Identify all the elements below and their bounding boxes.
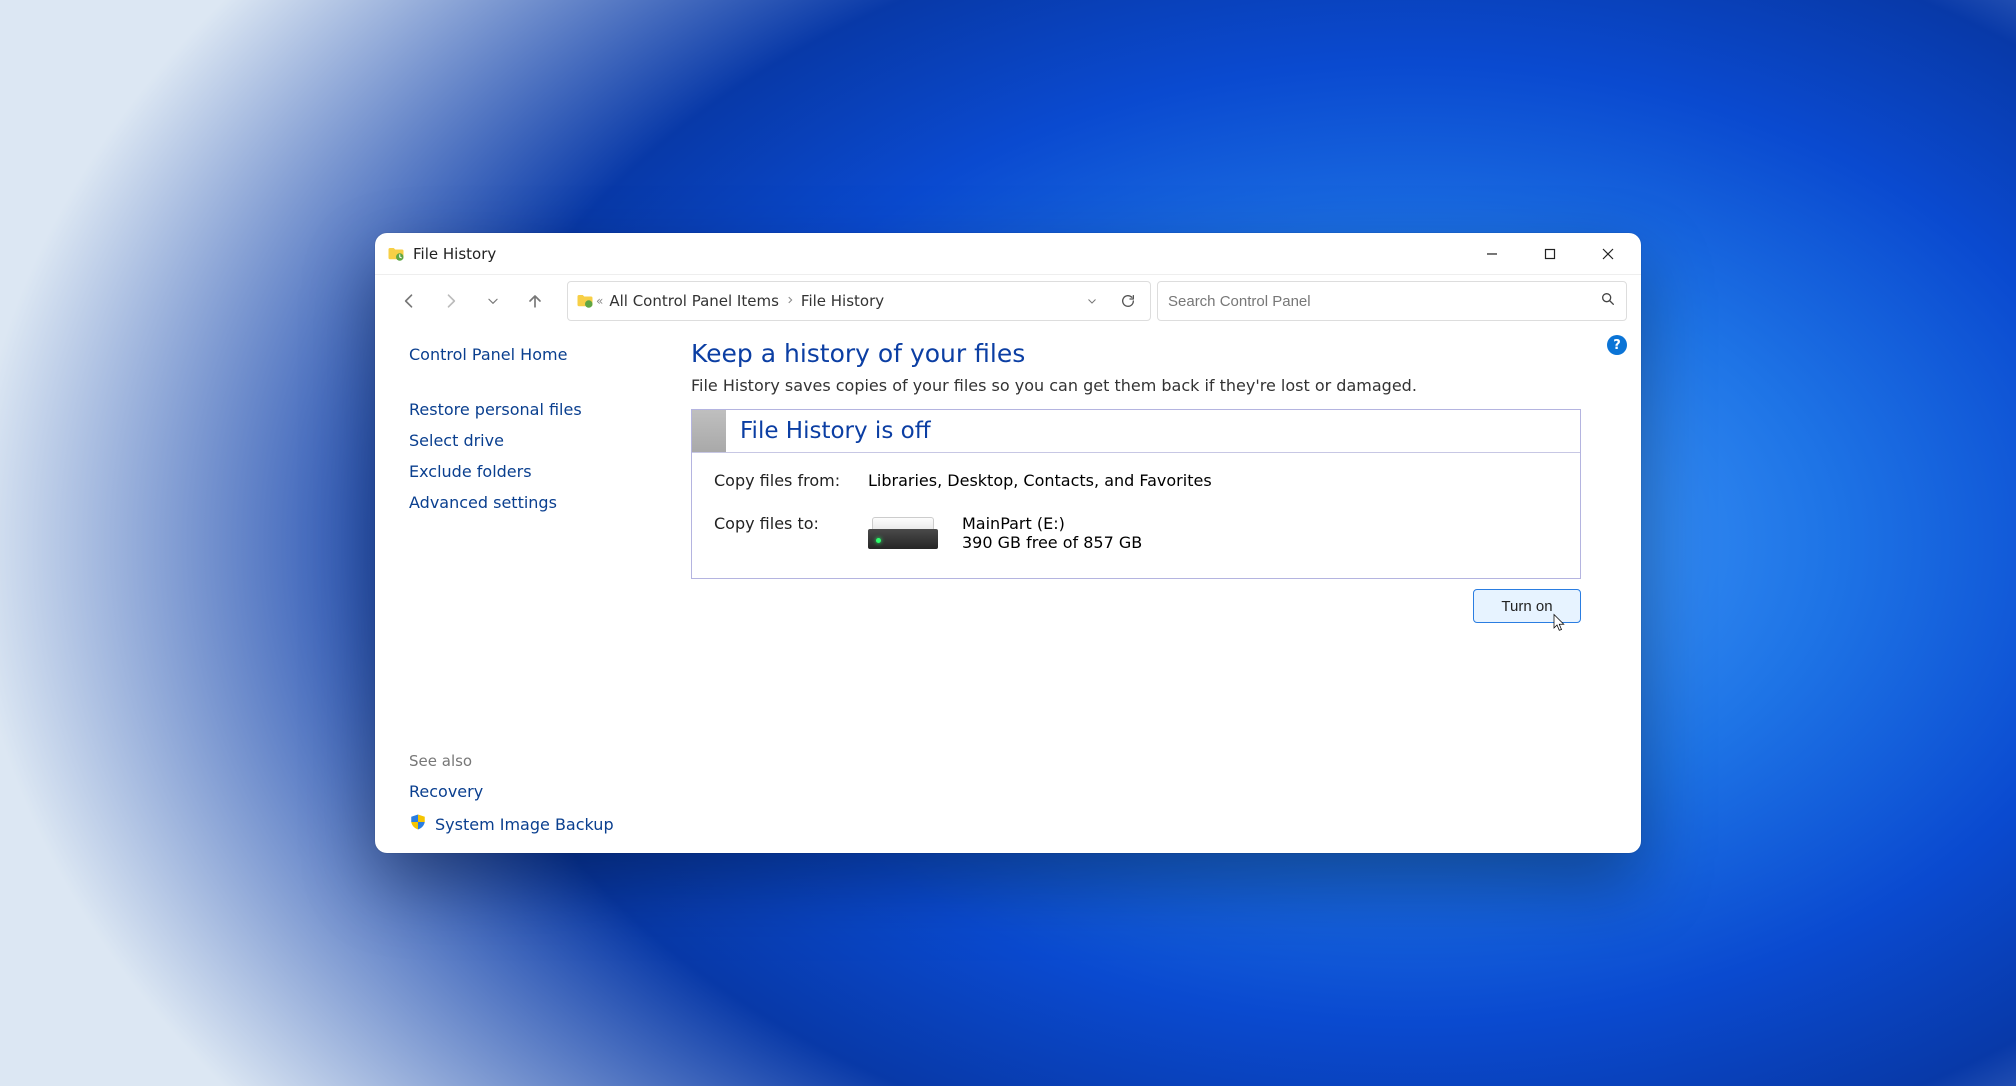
address-bar[interactable]: « All Control Panel Items File History <box>567 281 1151 321</box>
refresh-button[interactable] <box>1112 285 1144 317</box>
turn-on-button[interactable]: Turn on <box>1473 589 1581 623</box>
navigation-bar: « All Control Panel Items File History <box>375 275 1641 327</box>
sidebar-link-advanced[interactable]: Advanced settings <box>409 493 675 512</box>
titlebar: File History <box>375 233 1641 275</box>
search-input[interactable] <box>1168 293 1600 310</box>
page-description: File History saves copies of your files … <box>691 376 1581 395</box>
address-dropdown[interactable] <box>1076 285 1108 317</box>
help-icon[interactable]: ? <box>1607 335 1627 355</box>
sidebar-link-select-drive[interactable]: Select drive <box>409 431 675 450</box>
breadcrumb-prefix: « <box>596 294 603 308</box>
nav-up-button[interactable] <box>515 281 555 321</box>
main-pane: Keep a history of your files File Histor… <box>675 327 1641 853</box>
content-area: ? Control Panel Home Restore personal fi… <box>375 327 1641 853</box>
status-stripe <box>692 410 726 452</box>
chevron-right-icon <box>785 294 795 308</box>
app-icon <box>387 245 405 263</box>
search-icon <box>1600 291 1616 311</box>
minimize-button[interactable] <box>1463 233 1521 275</box>
file-history-window: File History <box>375 233 1641 853</box>
see-also-heading: See also <box>409 752 675 770</box>
see-also-system-image-backup[interactable]: System Image Backup <box>435 815 614 834</box>
breadcrumb-item[interactable]: All Control Panel Items <box>603 292 785 310</box>
copy-from-label: Copy files from: <box>714 471 844 490</box>
address-folder-icon <box>574 290 596 312</box>
drive-free-space: 390 GB free of 857 GB <box>962 533 1142 552</box>
status-text: File History is off <box>726 418 931 444</box>
copy-from-value: Libraries, Desktop, Contacts, and Favori… <box>868 471 1212 490</box>
status-panel: File History is off Copy files from: Lib… <box>691 409 1581 579</box>
breadcrumb-item[interactable]: File History <box>795 292 890 310</box>
control-panel-home-link[interactable]: Control Panel Home <box>409 345 675 364</box>
nav-forward-button[interactable] <box>431 281 471 321</box>
nav-recent-dropdown[interactable] <box>473 281 513 321</box>
search-box[interactable] <box>1157 281 1627 321</box>
window-title: File History <box>413 245 496 263</box>
sidebar-link-restore[interactable]: Restore personal files <box>409 400 675 419</box>
sidebar-link-exclude[interactable]: Exclude folders <box>409 462 675 481</box>
sidebar: Control Panel Home Restore personal file… <box>375 327 675 853</box>
status-header: File History is off <box>692 410 1580 453</box>
close-button[interactable] <box>1579 233 1637 275</box>
drive-icon <box>868 517 938 549</box>
shield-icon <box>409 813 427 835</box>
drive-name: MainPart (E:) <box>962 514 1142 533</box>
copy-to-label: Copy files to: <box>714 514 844 552</box>
nav-back-button[interactable] <box>389 281 429 321</box>
page-title: Keep a history of your files <box>691 339 1581 368</box>
see-also-recovery[interactable]: Recovery <box>409 782 675 801</box>
window-controls <box>1463 233 1637 275</box>
maximize-button[interactable] <box>1521 233 1579 275</box>
